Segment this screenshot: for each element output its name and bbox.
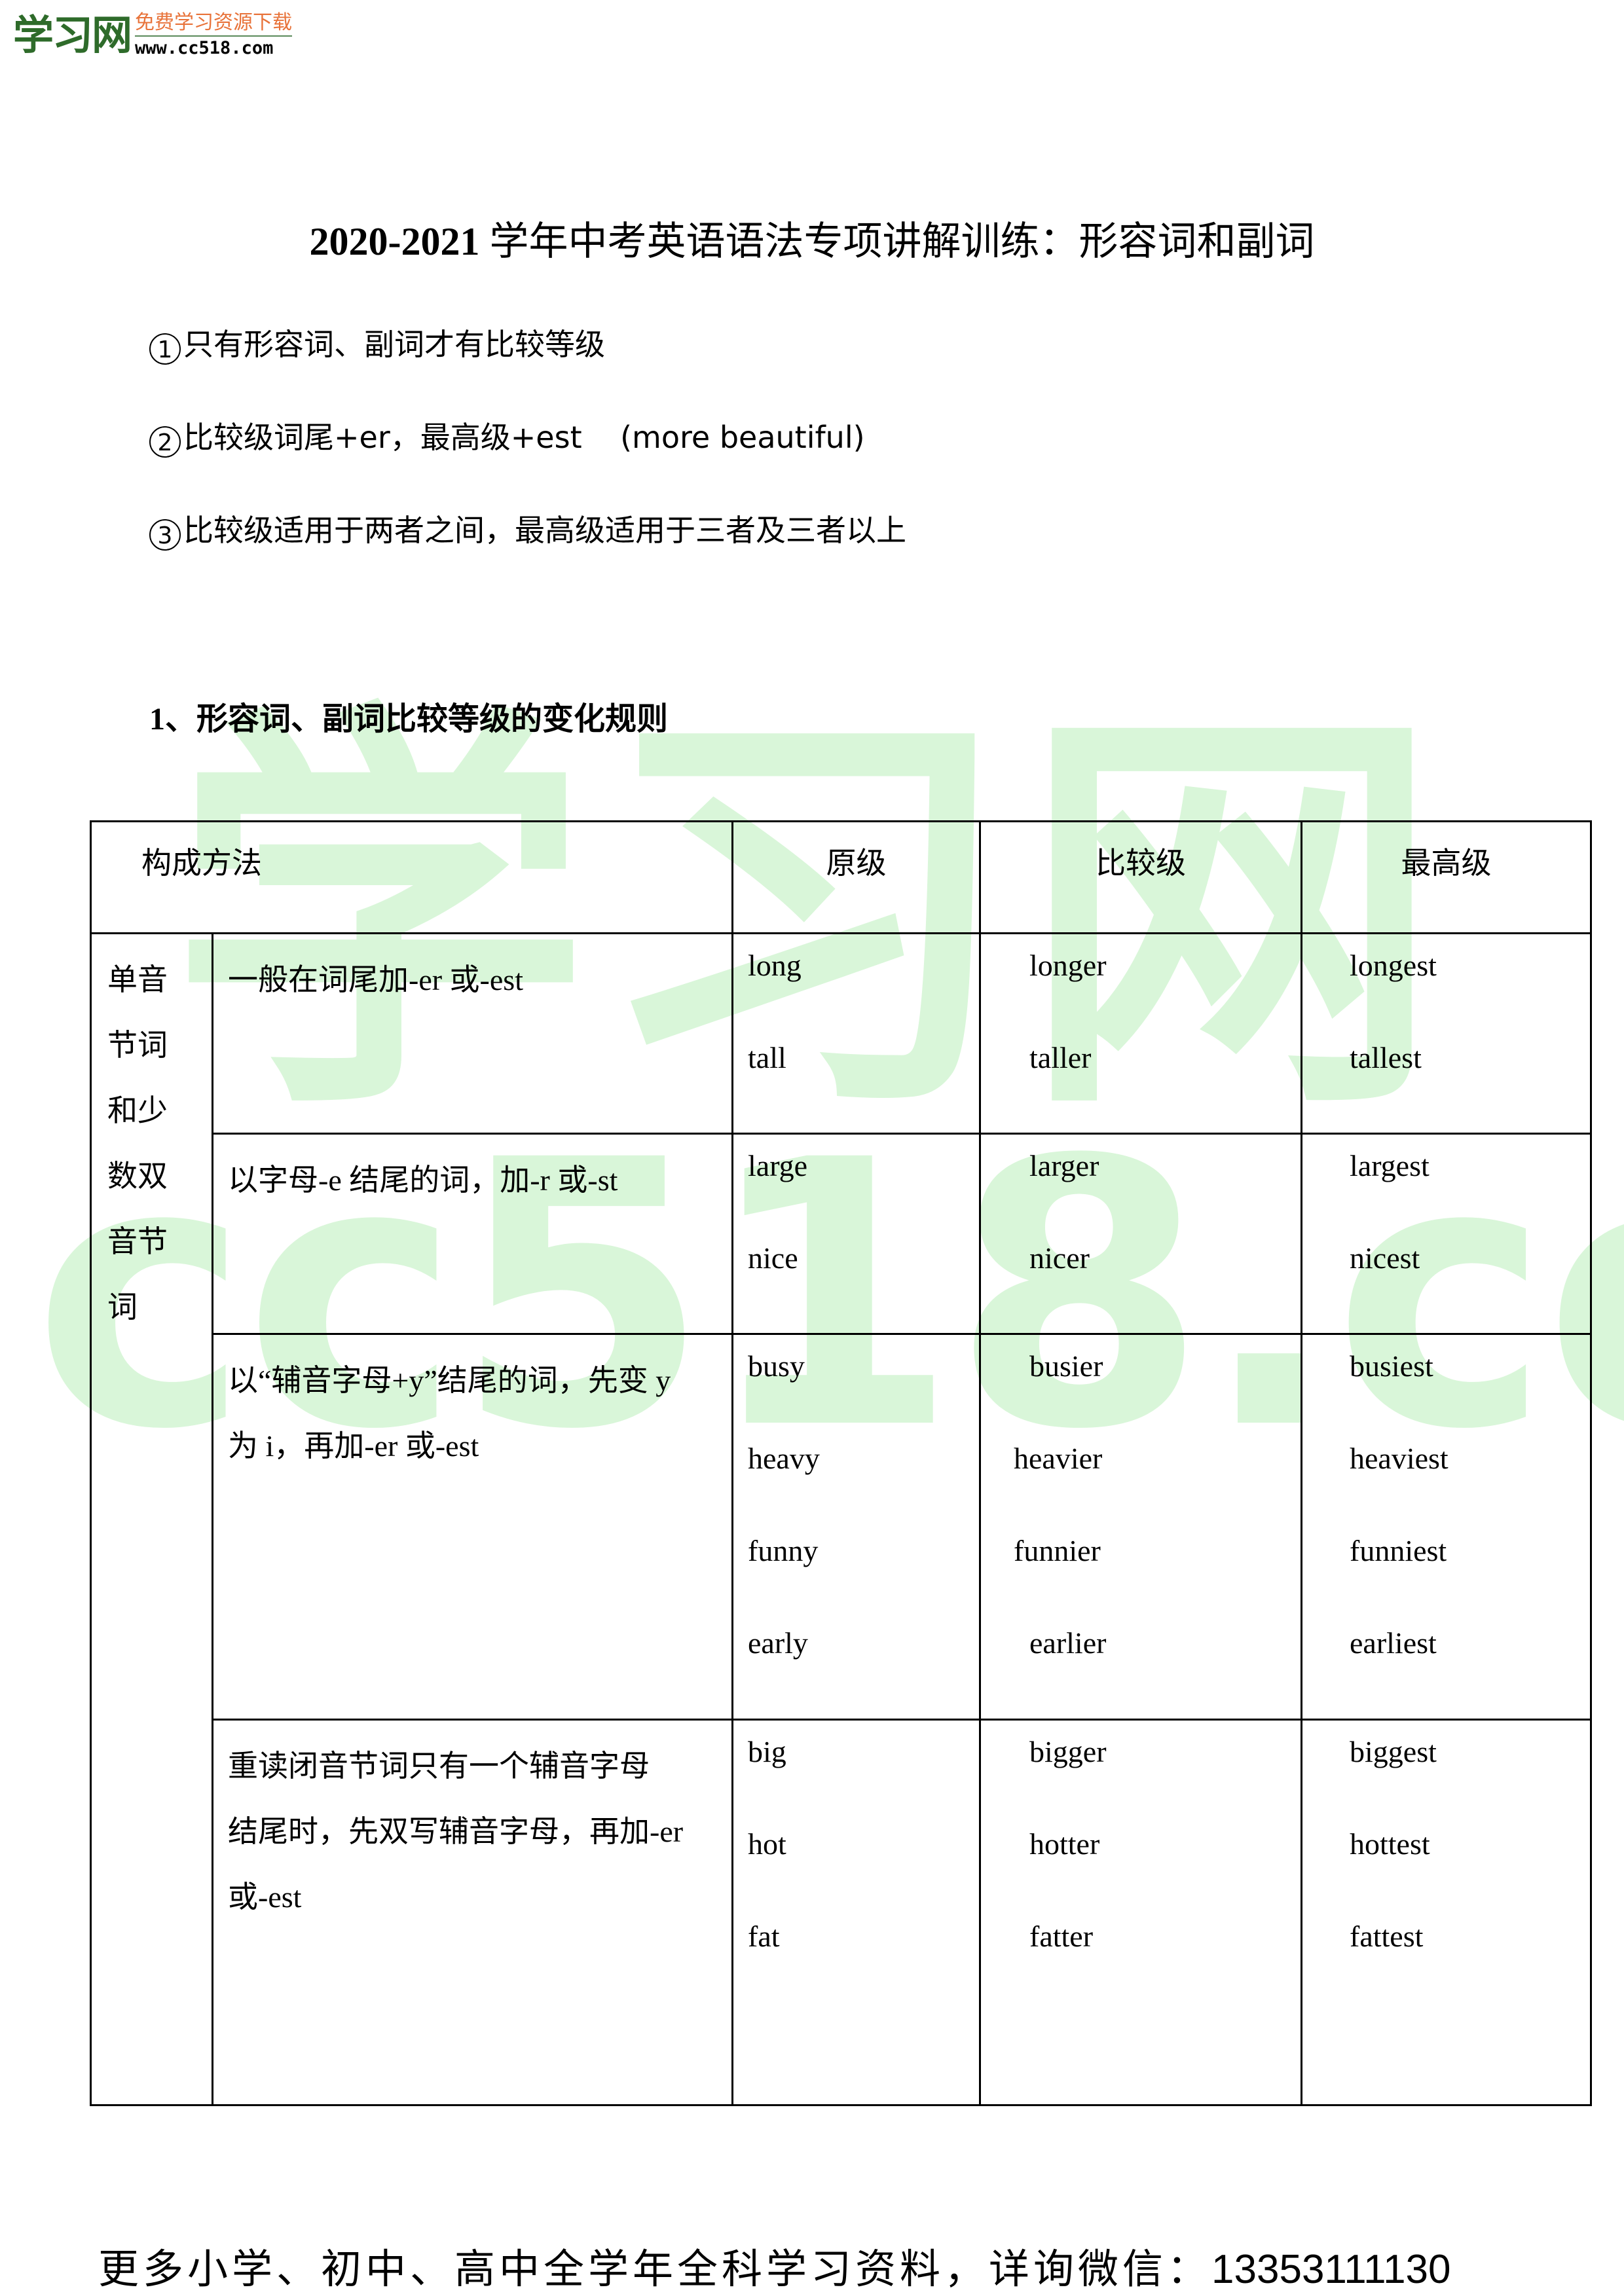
superlative-word: hottest <box>1350 1827 1430 1861</box>
rule-line: 一般在词尾加-er 或-est <box>228 963 523 996</box>
table-header-row: 构成方法 原级 比较级 最高级 <box>90 820 1592 934</box>
comparative-word: longer <box>1029 949 1107 982</box>
circled-number-icon: 1 <box>149 333 181 365</box>
table-row: 重读闭音节词只有一个辅音字母 结尾时，先双写辅音字母，再加-er 或-est b… <box>91 1719 1592 2106</box>
positive-cell: busy heavy funny early <box>731 1333 981 1721</box>
title-text: 学年中考英语语法专项讲解训练：形容词和副词 <box>479 220 1315 263</box>
header-positive: 原级 <box>731 820 981 934</box>
header-superlative: 最高级 <box>1301 820 1592 934</box>
superlative-word: longest <box>1350 949 1437 982</box>
logo-main-text: 学习网 <box>13 10 132 59</box>
rule-line: 或-est <box>228 1880 302 1914</box>
positive-word: early <box>748 1626 808 1660</box>
positive-cell: big hot fat <box>731 1719 981 2106</box>
comparative-cell: bigger hotter fatter <box>979 1719 1302 2106</box>
rule-line: 以“辅音字母+y”结尾的词，先变 y <box>228 1364 671 1397</box>
comparison-rules-table: 构成方法 原级 比较级 最高级 单音 节词 和少 数双 音节 词 一般在词尾加-… <box>90 820 1592 2106</box>
superlative-cell: longest tallest <box>1301 932 1592 1135</box>
footer-contact: 更多小学、初中、高中全学年全科学习资料，详询微信：13353111130 <box>98 2236 1451 2295</box>
comparative-word: bigger <box>1029 1735 1107 1768</box>
group-label-cell: 单音 节词 和少 数双 音节 词 <box>90 932 213 2106</box>
positive-word: tall <box>748 1041 786 1074</box>
superlative-word: tallest <box>1350 1041 1422 1074</box>
positive-word: large <box>748 1149 808 1182</box>
rule-cell: 以“辅音字母+y”结尾的词，先变 y 为 i，再加-er 或-est <box>212 1333 733 1721</box>
comparative-word: larger <box>1029 1149 1099 1182</box>
comparative-word: fatter <box>1029 1920 1094 1953</box>
comparative-word: busier <box>1029 1349 1103 1383</box>
superlative-word: earliest <box>1350 1626 1437 1660</box>
group-label-line: 数双 <box>107 1159 168 1193</box>
comparative-word: funnier <box>1014 1534 1101 1567</box>
table-row: 单音 节词 和少 数双 音节 词 一般在词尾加-er 或-est long ta… <box>90 932 1592 2106</box>
comparative-word: earlier <box>1029 1626 1107 1660</box>
group-label-line: 音节 <box>107 1225 168 1258</box>
circled-number-icon: 2 <box>149 426 181 458</box>
logo-slogan: 免费学习资源下载 <box>135 13 293 37</box>
point-text: 只有形容词、副词才有比较等级 <box>183 327 605 362</box>
comparative-word: heavier <box>1014 1442 1103 1475</box>
positive-word: funny <box>748 1534 819 1567</box>
table-row: 以“辅音字母+y”结尾的词，先变 y 为 i，再加-er 或-est busy … <box>91 1333 1592 1721</box>
rule-line: 为 i，再加-er 或-est <box>228 1429 479 1463</box>
superlative-word: largest <box>1350 1149 1430 1182</box>
rule-cell: 重读闭音节词只有一个辅音字母 结尾时，先双写辅音字母，再加-er 或-est <box>212 1719 733 2106</box>
positive-word: fat <box>748 1920 780 1953</box>
point-text: 比较级适用于两者之间，最高级适用于三者及三者以上 <box>183 513 906 548</box>
comparative-cell: busier heavier funnier earlier <box>979 1333 1302 1721</box>
point-1: 1 只有形容词、副词才有比较等级 <box>149 321 605 365</box>
positive-word: nice <box>748 1241 798 1275</box>
page-title: 2020-2021 学年中考英语语法专项讲解训练：形容词和副词 <box>0 210 1624 266</box>
superlative-cell: biggest hottest fattest <box>1301 1719 1592 2106</box>
superlative-word: busiest <box>1350 1349 1433 1383</box>
group-label-line: 单音 <box>107 963 168 996</box>
footer-text: 更多小学、初中、高中全学年全科学习资料，详询微信： <box>98 2245 1212 2293</box>
comparative-cell: longer taller <box>979 932 1302 1135</box>
rule-line: 以字母-e 结尾的词，加-r 或-st <box>228 1163 618 1197</box>
comparative-cell: larger nicer <box>979 1133 1302 1335</box>
point-2: 2 比较级词尾+er，最高级+est (more beautiful) <box>149 414 865 458</box>
rule-line: 重读闭音节词只有一个辅音字母 <box>228 1749 650 1783</box>
positive-word: busy <box>748 1349 805 1383</box>
logo-side: 免费学习资源下载 www.cc518.com <box>135 13 293 58</box>
logo-url: www.cc518.com <box>135 38 274 58</box>
superlative-word: funniest <box>1350 1534 1447 1567</box>
comparative-word: hotter <box>1029 1827 1100 1861</box>
group-label-line: 词 <box>107 1290 138 1324</box>
superlative-word: biggest <box>1350 1735 1437 1768</box>
footer-phone: 13353111130 <box>1211 2247 1451 2292</box>
rule-line: 结尾时，先双写辅音字母，再加-er <box>228 1815 684 1848</box>
superlative-word: nicest <box>1350 1241 1420 1275</box>
comparative-word: taller <box>1029 1041 1092 1074</box>
rule-cell: 以字母-e 结尾的词，加-r 或-st <box>212 1133 733 1335</box>
superlative-word: fattest <box>1350 1920 1424 1953</box>
positive-word: heavy <box>748 1442 820 1475</box>
superlative-cell: largest nicest <box>1301 1133 1592 1335</box>
header-method: 构成方法 <box>90 820 733 934</box>
positive-cell: large nice <box>731 1133 981 1335</box>
positive-word: big <box>748 1735 786 1768</box>
comparative-word: nicer <box>1029 1241 1090 1275</box>
circled-number-icon: 3 <box>149 519 181 551</box>
superlative-cell: busiest heaviest funniest earliest <box>1301 1333 1592 1721</box>
superlative-word: heaviest <box>1350 1442 1449 1475</box>
positive-cell: long tall <box>731 932 981 1135</box>
rule-cell: 一般在词尾加-er 或-est <box>212 932 733 1135</box>
point-text: 比较级词尾+er，最高级+est (more beautiful) <box>183 420 865 455</box>
site-logo: 学习网 免费学习资源下载 www.cc518.com <box>13 10 293 59</box>
point-3: 3 比较级适用于两者之间，最高级适用于三者及三者以上 <box>149 507 906 551</box>
section-heading: 1、形容词、副词比较等级的变化规则 <box>149 702 669 737</box>
positive-word: hot <box>748 1827 786 1861</box>
title-prefix: 2020-2021 <box>309 220 480 263</box>
table-row: 以字母-e 结尾的词，加-r 或-st large nice larger ni… <box>91 1133 1592 1335</box>
group-label-line: 节词 <box>107 1029 168 1062</box>
header-comparative: 比较级 <box>979 820 1302 934</box>
group-label-line: 和少 <box>107 1094 168 1127</box>
positive-word: long <box>748 949 802 982</box>
